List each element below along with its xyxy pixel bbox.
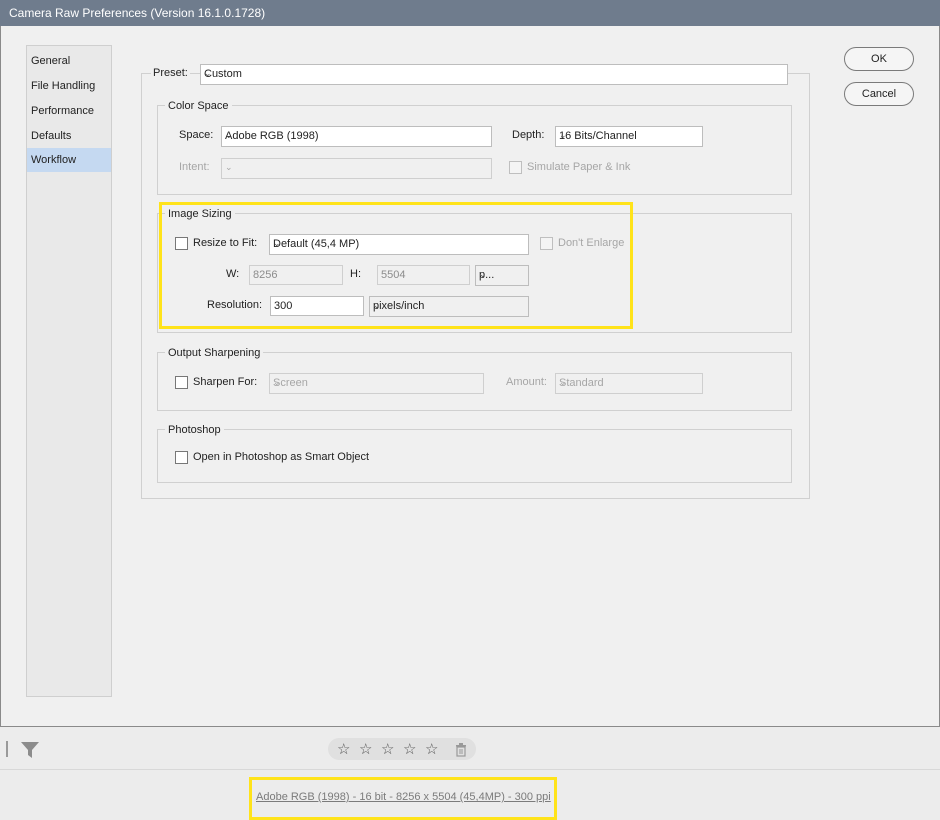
image-sizing-highlight <box>159 202 633 329</box>
smart-object-checkbox[interactable] <box>175 451 188 464</box>
sidebar-item-file-handling[interactable]: File Handling <box>27 74 111 98</box>
sidebar-item-performance[interactable]: Performance <box>27 99 111 123</box>
space-label: Space: <box>179 129 214 141</box>
sharpen-for-dropdown[interactable]: Screen ⌄ <box>269 373 484 394</box>
cancel-button[interactable]: Cancel <box>844 82 914 106</box>
chevron-down-icon: ⌄ <box>204 68 212 78</box>
space-dropdown[interactable]: Adobe RGB (1998) ⌄ <box>221 126 492 147</box>
output-sharpening-title: Output Sharpening <box>165 347 264 359</box>
sidebar: General File Handling Performance Defaul… <box>26 45 112 697</box>
photoshop-title: Photoshop <box>165 424 224 436</box>
simulate-paper-checkbox[interactable] <box>509 161 522 174</box>
star-4-icon[interactable]: ☆ <box>403 740 416 758</box>
ok-button[interactable]: OK <box>844 47 914 71</box>
chevron-down-icon: ⌄ <box>225 162 233 172</box>
sidebar-item-label: General <box>31 55 71 67</box>
star-1-icon[interactable]: ☆ <box>337 740 350 758</box>
chevron-down-icon: ⌄ <box>559 377 567 387</box>
footer-link-highlight <box>249 777 557 820</box>
chevron-down-icon: ⌄ <box>273 377 281 387</box>
filter-icon[interactable] <box>20 741 40 759</box>
sidebar-item-general[interactable]: General <box>27 49 111 73</box>
sidebar-item-label: Workflow <box>31 154 77 166</box>
preset-dropdown[interactable]: Custom ⌄ <box>200 64 788 85</box>
star-3-icon[interactable]: ☆ <box>381 740 394 758</box>
sharpen-for-checkbox[interactable] <box>175 376 188 389</box>
sidebar-item-label: File Handling <box>31 80 96 92</box>
chevron-down-icon: ⌄ <box>225 130 233 140</box>
preset-label: Preset: <box>151 67 190 79</box>
title-bar: Camera Raw Preferences (Version 16.1.0.1… <box>0 0 940 26</box>
sidebar-item-workflow[interactable]: Workflow <box>27 148 111 172</box>
simulate-paper-label: Simulate Paper & Ink <box>527 161 631 173</box>
chevron-down-icon: ⌄ <box>559 130 567 140</box>
sidebar-item-label: Defaults <box>31 130 72 142</box>
sharpen-for-label: Sharpen For: <box>193 376 258 388</box>
trash-icon[interactable] <box>455 743 467 757</box>
intent-dropdown[interactable]: ⌄ <box>221 158 492 179</box>
star-2-icon[interactable]: ☆ <box>359 740 372 758</box>
intent-label: Intent: <box>179 161 210 173</box>
smart-object-label: Open in Photoshop as Smart Object <box>193 451 370 463</box>
sidebar-item-defaults[interactable]: Defaults <box>27 124 111 148</box>
amount-label: Amount: <box>506 376 547 388</box>
footer-divider <box>0 769 940 770</box>
depth-label: Depth: <box>512 129 545 141</box>
amount-dropdown[interactable]: Standard ⌄ <box>555 373 703 394</box>
color-space-group <box>157 105 792 195</box>
sidebar-item-label: Performance <box>31 105 94 117</box>
panel-edge-icon <box>0 741 8 757</box>
window-title: Camera Raw Preferences (Version 16.1.0.1… <box>9 6 266 20</box>
star-5-icon[interactable]: ☆ <box>425 740 438 758</box>
depth-dropdown[interactable]: 16 Bits/Channel ⌄ <box>555 126 703 147</box>
color-space-title: Color Space <box>165 100 232 112</box>
